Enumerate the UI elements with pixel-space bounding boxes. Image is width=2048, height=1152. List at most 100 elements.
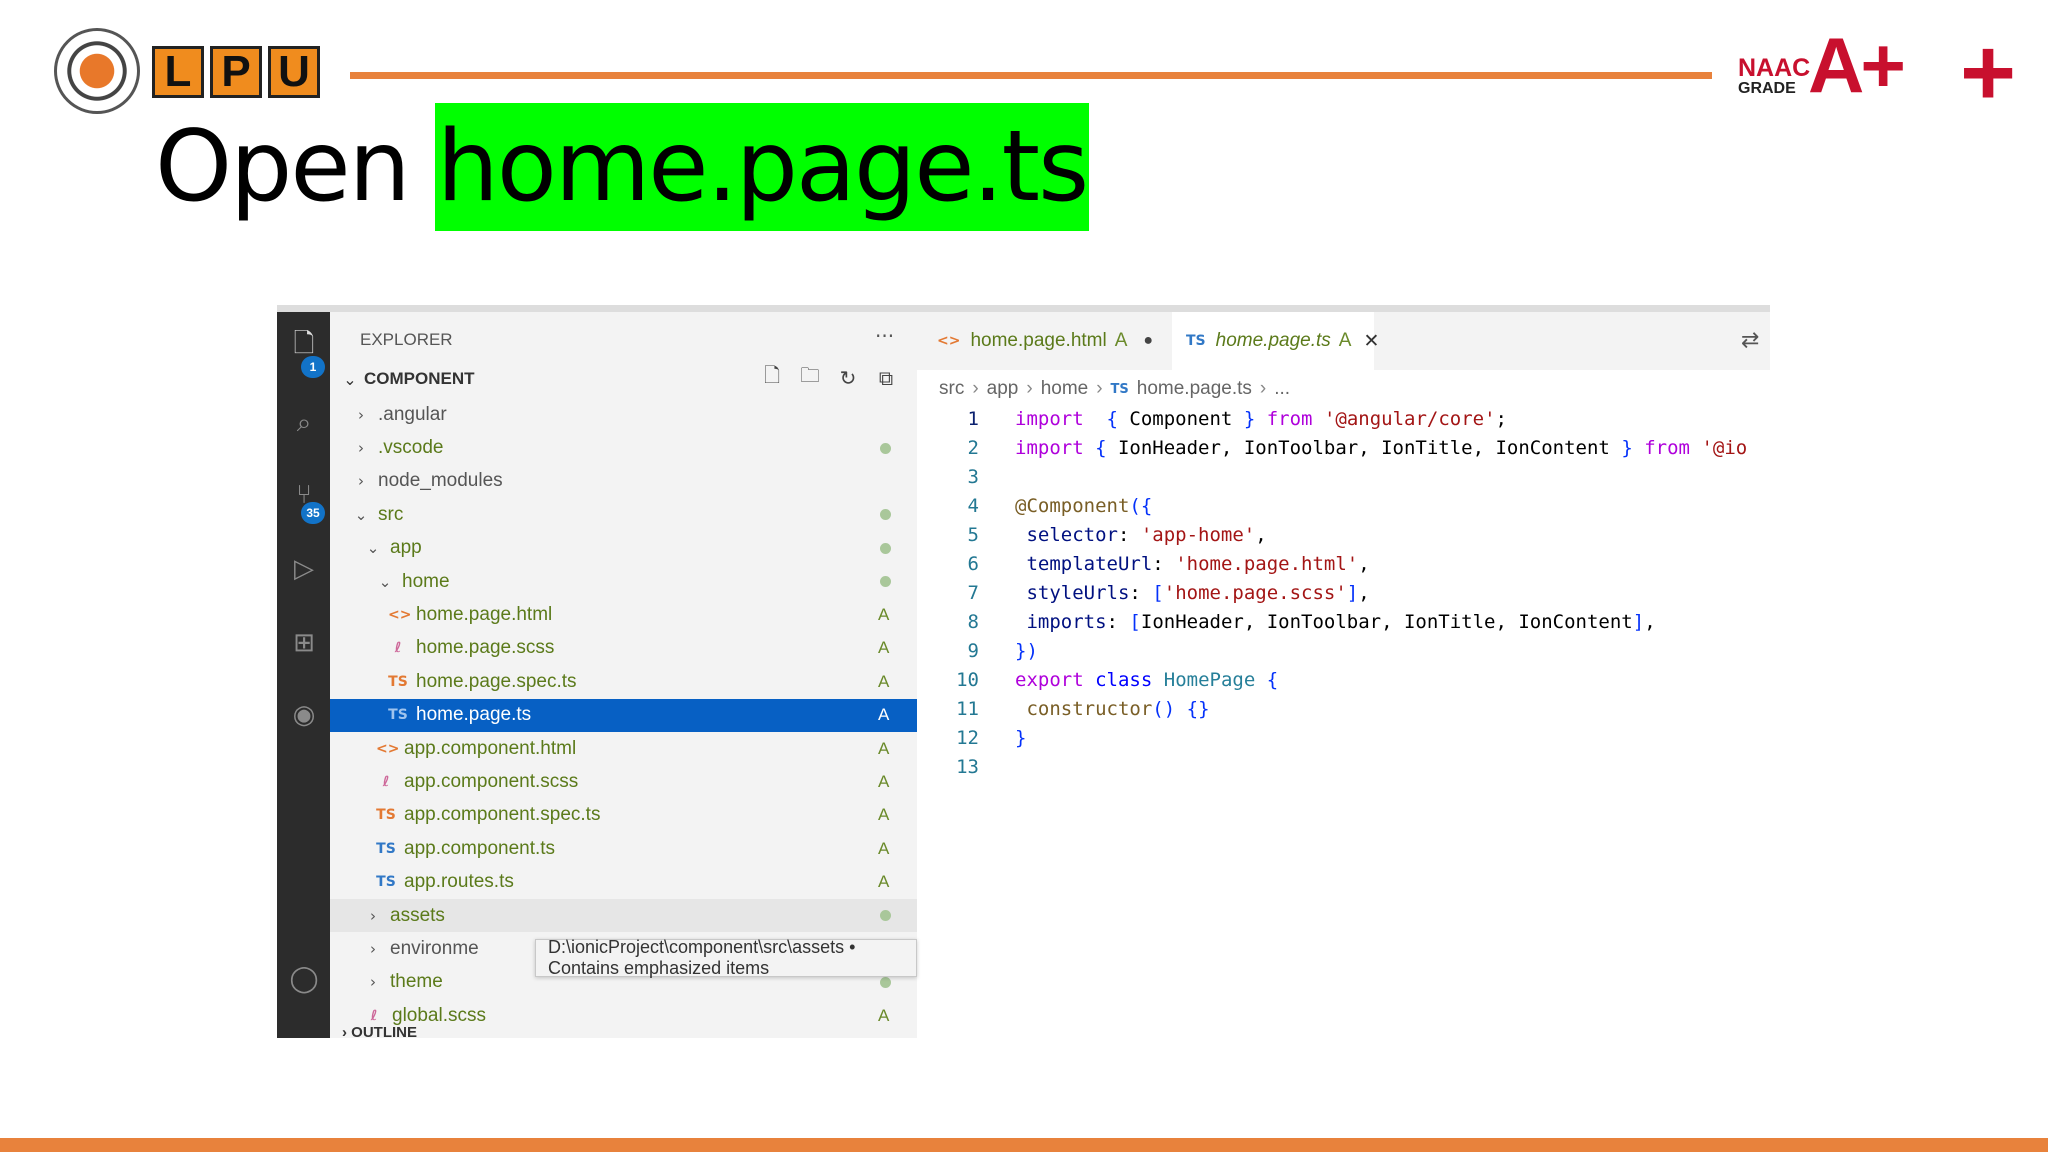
line-number: 4 — [967, 494, 979, 517]
code-token: Component — [1117, 407, 1244, 430]
code-token: ] — [1632, 610, 1645, 633]
code-line[interactable]: 7 styleUrls: ['home.page.scss'], — [917, 578, 1770, 607]
tree-item-label: home.page.html — [416, 604, 553, 626]
code-line[interactable]: 8 imports: [IonHeader, IonToolbar, IonTi… — [917, 607, 1770, 636]
code-line[interactable]: 1 import { Component } from '@angular/cor… — [917, 404, 1770, 433]
tree-file[interactable]: TS app.component.spec.ts A — [330, 799, 917, 832]
tree-item-label: assets — [390, 904, 445, 926]
code-token: styleUrls — [1026, 581, 1130, 604]
code-line[interactable]: 12} — [917, 723, 1770, 752]
tree-folder[interactable]: ⌄ app — [330, 532, 917, 565]
new-file-icon[interactable]: 🗋 — [760, 363, 784, 390]
tree-file[interactable]: ℓ home.page.scss A — [330, 632, 917, 665]
tree-folder[interactable]: › assets — [330, 898, 917, 933]
unsaved-dot-icon[interactable]: ● — [1143, 332, 1153, 350]
slide-title: Open home.page.ts — [155, 103, 1089, 231]
code-line[interactable]: 2 import { IonHeader, IonToolbar, IonTitl… — [917, 433, 1770, 462]
search-icon[interactable]: ⌕ — [289, 408, 319, 438]
tree-folder[interactable]: › .angular — [330, 398, 917, 431]
tree-file[interactable]: <> app.component.html A — [330, 732, 917, 765]
html-file-icon: <> — [937, 333, 961, 349]
code-token: import — [1015, 436, 1084, 459]
tree-item-label: theme — [390, 971, 443, 993]
explorer-sidebar: EXPLORER ··· ⌄ COMPONENT 🗋 🗀 ↻ ⧉ › .angul… — [330, 312, 980, 1038]
breadcrumb-item[interactable]: home — [1041, 378, 1089, 400]
outline-section[interactable]: › OUTLINE — [330, 1024, 917, 1038]
tree-folder[interactable]: › node_modules — [330, 465, 917, 498]
tree-item-label: .vscode — [378, 437, 444, 459]
code-line[interactable]: 4 @Component({ — [917, 491, 1770, 520]
tree-folder[interactable]: › .vscode — [330, 431, 917, 464]
tree-item-label: home.page.spec.ts — [416, 670, 577, 692]
code-line[interactable]: 9}) — [917, 636, 1770, 665]
tree-item-label: app.component.scss — [404, 770, 579, 792]
code-editor[interactable]: 1 import { Component } from '@angular/cor… — [917, 404, 1770, 781]
tab-home-page-html[interactable]: <> home.page.html A ● — [937, 312, 1153, 370]
git-status: A — [878, 738, 890, 758]
editor-tabs: <> home.page.html A ● TS home.page.ts A … — [917, 312, 1770, 370]
more-actions-icon[interactable]: ··· — [875, 324, 894, 348]
code-line[interactable]: 6 templateUrl: 'home.page.html', — [917, 549, 1770, 578]
tree-file[interactable]: ℓ app.component.scss A — [330, 765, 917, 798]
code-text: imports: [IonHeader, IonToolbar, IonTitl… — [1015, 610, 1655, 633]
code-line[interactable]: 13 — [917, 752, 1770, 781]
tree-item-label: home.page.scss — [416, 637, 555, 659]
chevron-right-icon: › — [370, 906, 376, 925]
tree-file[interactable]: TS app.component.ts A — [330, 832, 917, 865]
code-token: : — [1117, 523, 1141, 546]
line-number: 3 — [967, 465, 979, 488]
extensions-icon[interactable]: ⊞ — [289, 628, 319, 658]
activity-bar: 🗋 1 ⌕ ⑂ 35 ▷ ⊞ ◉ ◯ — [277, 312, 330, 1038]
git-status: A — [878, 1005, 890, 1025]
tab-label: home.page.ts — [1215, 330, 1331, 351]
breadcrumb-item[interactable]: app — [987, 378, 1019, 400]
remote-icon[interactable]: ◉ — [289, 700, 319, 730]
git-status: A — [878, 838, 890, 858]
tree-item-label: home.page.ts — [416, 704, 532, 726]
lpu-seal-logo — [54, 28, 140, 114]
git-status: A — [878, 705, 890, 725]
account-icon[interactable]: ◯ — [289, 964, 319, 994]
run-debug-icon[interactable]: ▷ — [289, 554, 319, 584]
code-token: } — [1015, 726, 1027, 749]
scss-file-icon: ℓ — [382, 773, 390, 790]
code-token: IonHeader, IonToolbar, IonTitle, IonCont… — [1140, 610, 1633, 633]
line-number: 13 — [956, 755, 979, 778]
code-token: '@angular/core' — [1323, 407, 1496, 430]
code-line[interactable]: 10 export class HomePage { — [917, 665, 1770, 694]
tree-file[interactable]: <> home.page.html A — [330, 598, 917, 631]
tree-folder[interactable]: ⌄ src — [330, 498, 917, 531]
collapse-all-icon[interactable]: ⧉ — [874, 366, 898, 390]
naac-text: NAAC — [1738, 54, 1811, 82]
tree-folder[interactable]: ⌄ home — [330, 565, 917, 598]
code-text: } — [1015, 727, 1026, 749]
refresh-icon[interactable]: ↻ — [836, 366, 860, 390]
code-line[interactable]: 3 — [917, 462, 1770, 491]
code-text: templateUrl: 'home.page.html', — [1015, 553, 1369, 575]
new-folder-icon[interactable]: 🗀 — [798, 363, 822, 390]
code-token: [ — [1129, 610, 1141, 633]
code-text: @Component({ — [1015, 495, 1152, 517]
breadcrumb-item[interactable]: ... — [1274, 378, 1290, 400]
tree-file[interactable]: TS home.page.spec.ts A — [330, 665, 917, 698]
git-status: A — [878, 805, 890, 825]
code-token: } — [1621, 436, 1633, 459]
breadcrumb-item[interactable]: src — [939, 378, 964, 400]
tab-home-page-ts[interactable]: TS home.page.ts A ✕ — [1172, 312, 1379, 370]
title-highlight: home.page.ts — [434, 103, 1089, 231]
tree-file[interactable]: TS home.page.ts A — [330, 698, 917, 732]
code-line[interactable]: 5 selector: 'app-home', — [917, 520, 1770, 549]
code-token: { — [1266, 668, 1279, 691]
breadcrumb-item[interactable]: home.page.ts — [1137, 378, 1252, 400]
tree-file[interactable]: TS app.routes.ts A — [330, 865, 917, 898]
git-status: A — [878, 771, 890, 791]
scss-file-icon: ℓ — [370, 1007, 378, 1024]
compare-icon[interactable]: ⇄ — [1741, 328, 1759, 353]
chevron-right-icon: › — [358, 472, 364, 491]
code-line[interactable]: 11 constructor() {} — [917, 694, 1770, 723]
close-icon[interactable]: ✕ — [1363, 330, 1379, 353]
spec-file-icon: TS — [376, 807, 396, 824]
